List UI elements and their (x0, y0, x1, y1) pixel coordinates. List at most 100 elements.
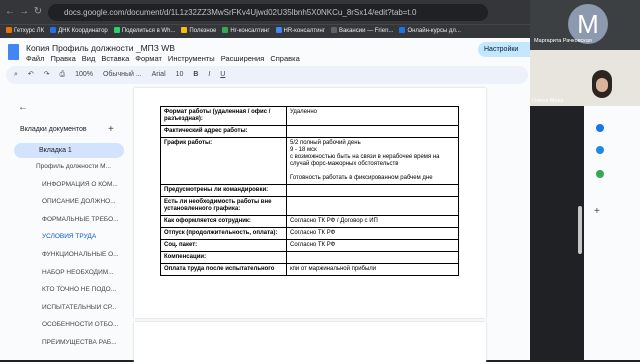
contacts-icon[interactable] (596, 146, 604, 154)
row-label[interactable]: Компенсации: (160, 251, 287, 264)
bookmark-label: НR-консалтинг (283, 28, 325, 34)
menu-item[interactable]: Расширения (221, 54, 265, 63)
row-value[interactable] (286, 125, 459, 138)
row-label[interactable]: Соц. пакет: (160, 239, 287, 252)
tabs-header: Вкладки документов (20, 126, 87, 133)
outline-item[interactable]: ИНФОРМАЦИЯ О КОМ... (42, 181, 126, 188)
outline-item[interactable]: ОПИСАНИЕ ДОЛЖНО... (42, 198, 126, 205)
row-label[interactable]: Как оформляется сотрудник: (160, 215, 287, 228)
bookmark-item[interactable]: Hr-консалтинг (222, 25, 270, 38)
docs-logo-icon[interactable] (8, 44, 19, 60)
table-row: Как оформляется сотрудник: Согласно ТК РФ… (160, 215, 459, 228)
table-row: Есть ли необходимость работы вне установ… (160, 196, 459, 216)
row-label[interactable]: Фактический адрес работы: (160, 125, 287, 138)
row-value[interactable]: Согласно ТК РФ (286, 227, 459, 240)
address-bar[interactable]: docs.google.com/document/d/1L1z32ZZ3MwSr… (48, 4, 488, 21)
row-label[interactable]: График работы: (160, 137, 287, 185)
menu-item[interactable]: Вставка (101, 54, 129, 63)
outline-item[interactable]: УСЛОВИЯ ТРУДА (42, 233, 126, 240)
outline-item[interactable]: Профиль должности М... (36, 163, 126, 170)
document-page-2 (134, 322, 486, 362)
row-label[interactable]: Отпуск (продолжительность, оплата): (160, 227, 287, 240)
settings-button[interactable]: Настройки (478, 42, 538, 57)
bookmark-item[interactable]: Поделиться в Wh... (113, 25, 176, 38)
undo-icon[interactable]: ↶ (28, 71, 34, 78)
bookmark-item[interactable]: Онлайн-курсы дл... (399, 25, 461, 38)
redo-icon[interactable]: ↷ (44, 71, 50, 78)
row-label[interactable]: Есть ли необходимость работы вне установ… (160, 196, 287, 216)
row-value[interactable]: Согласно ТК РФ (286, 239, 459, 252)
table-row: Формат работы (удаленная / офис / разъез… (160, 106, 459, 126)
row-value[interactable] (286, 251, 459, 264)
table-row: Фактический адрес работы: (160, 125, 459, 138)
row-label[interactable]: Предусмотрены ли командировки: (160, 184, 287, 197)
font-size-input[interactable]: 10 (176, 71, 184, 78)
reload-icon[interactable]: ↻ (32, 5, 44, 19)
outline-item[interactable]: ФУНКЦИОНАЛЬНЫЕ О... (42, 251, 126, 258)
scrollbar[interactable] (578, 206, 582, 254)
bookmark-favicon-icon (50, 27, 57, 33)
table-row: Соц. пакет: Согласно ТК РФ (160, 239, 459, 252)
table-row: Компенсации: (160, 251, 459, 264)
bookmarks-bar: Гетхурс ЛК ДНК Координатор Поделиться в Wh… (0, 24, 530, 38)
add-tab-icon[interactable]: + (108, 124, 114, 135)
bookmark-favicon-icon (222, 27, 229, 33)
menu-item[interactable]: Формат (135, 54, 162, 63)
row-value[interactable]: кпи от маржинальной прибыли (286, 263, 459, 276)
menu-item[interactable]: Правка (50, 54, 75, 63)
bold-button[interactable]: B (193, 71, 198, 78)
document-title[interactable]: Копия Профиль должности _МПЗ WB (26, 43, 175, 53)
menu-item[interactable]: Файл (26, 54, 44, 63)
bookmark-label: Вакансии — Frien... (338, 28, 394, 34)
bookmark-favicon-icon (6, 27, 12, 33)
outline-item[interactable]: ИСПЫТАТЕЛЬНЫЙ СР... (42, 304, 126, 311)
menu-item[interactable]: Справка (270, 54, 299, 63)
row-value[interactable]: 5/2 полный рабочий день 9 - 18 мск с воз… (286, 137, 459, 185)
menu-item[interactable]: Инструменты (168, 54, 215, 63)
row-value[interactable]: Согласно ТК РФ / Договор с ИП (286, 215, 459, 228)
underline-button[interactable]: U (220, 71, 225, 78)
row-label[interactable]: Формат работы (удаленная / офис / разъез… (160, 106, 287, 126)
bookmark-item[interactable]: Вакансии — Frien... (330, 25, 394, 38)
participant-name-2: Олеся Меер (532, 98, 564, 104)
table-row: Оплата труда после испытательного кпи от … (160, 263, 459, 276)
search-icon[interactable]: ⌕ (14, 71, 18, 78)
table-row: Предусмотрены ли командировки: (160, 184, 459, 197)
outline-item[interactable]: НАБОР НЕОБХОДИМ... (42, 269, 126, 276)
bookmark-item[interactable]: НR-консалтинг (275, 25, 325, 38)
zoom-select[interactable]: 100% (75, 71, 93, 78)
tab-1[interactable]: Вкладка 1 (14, 143, 124, 158)
add-addon-icon[interactable]: + (594, 206, 600, 217)
bookmark-label: Поделиться в Wh... (121, 28, 176, 34)
back-icon[interactable]: ← (4, 5, 16, 19)
menu-item[interactable]: Вид (82, 54, 96, 63)
bookmark-favicon-icon (181, 27, 188, 33)
outline-item[interactable]: ОСОБЕННОСТИ ОТБО... (42, 321, 126, 328)
bookmark-item[interactable]: Полезное (181, 25, 216, 38)
row-value[interactable] (286, 196, 459, 216)
table-row: График работы: 5/2 полный рабочий день 9 … (160, 137, 459, 185)
maps-icon[interactable] (596, 170, 604, 178)
bookmark-favicon-icon (330, 27, 337, 33)
menu-bar: Файл Правка Вид Вставка Формат Инструменты Рас… (26, 54, 306, 63)
side-panel (584, 96, 640, 360)
forward-icon[interactable]: → (18, 5, 30, 19)
calendar-icon[interactable] (596, 124, 604, 132)
outline-item[interactable]: ФОРМАЛЬНЫЕ ТРЕБО... (42, 216, 126, 223)
row-value[interactable] (286, 184, 459, 197)
font-select[interactable]: Arial (152, 71, 166, 78)
row-label[interactable]: Оплата труда после испытательного (160, 263, 287, 276)
outline-item[interactable]: КТО ТОЧНО НЕ ПОДО... (42, 286, 126, 293)
outline-item[interactable]: ПРЕИМУЩЕСТВА РАБ... (42, 339, 126, 346)
bookmark-label: Онлайн-курсы дл... (407, 28, 461, 34)
bookmark-item[interactable]: ДНК Координатор (50, 25, 108, 38)
print-icon[interactable]: ⎙ (60, 71, 66, 78)
style-select[interactable]: Обычный ... (103, 71, 142, 78)
bookmark-label: Гетхурс ЛК (14, 28, 45, 34)
back-arrow-icon[interactable]: ← (18, 102, 28, 113)
bookmark-favicon-icon (399, 27, 406, 33)
bookmark-item[interactable]: Гетхурс ЛК (6, 25, 44, 38)
italic-button[interactable]: I (208, 71, 210, 78)
row-value[interactable]: Удаленно (286, 106, 459, 126)
bookmark-favicon-icon (113, 27, 120, 33)
